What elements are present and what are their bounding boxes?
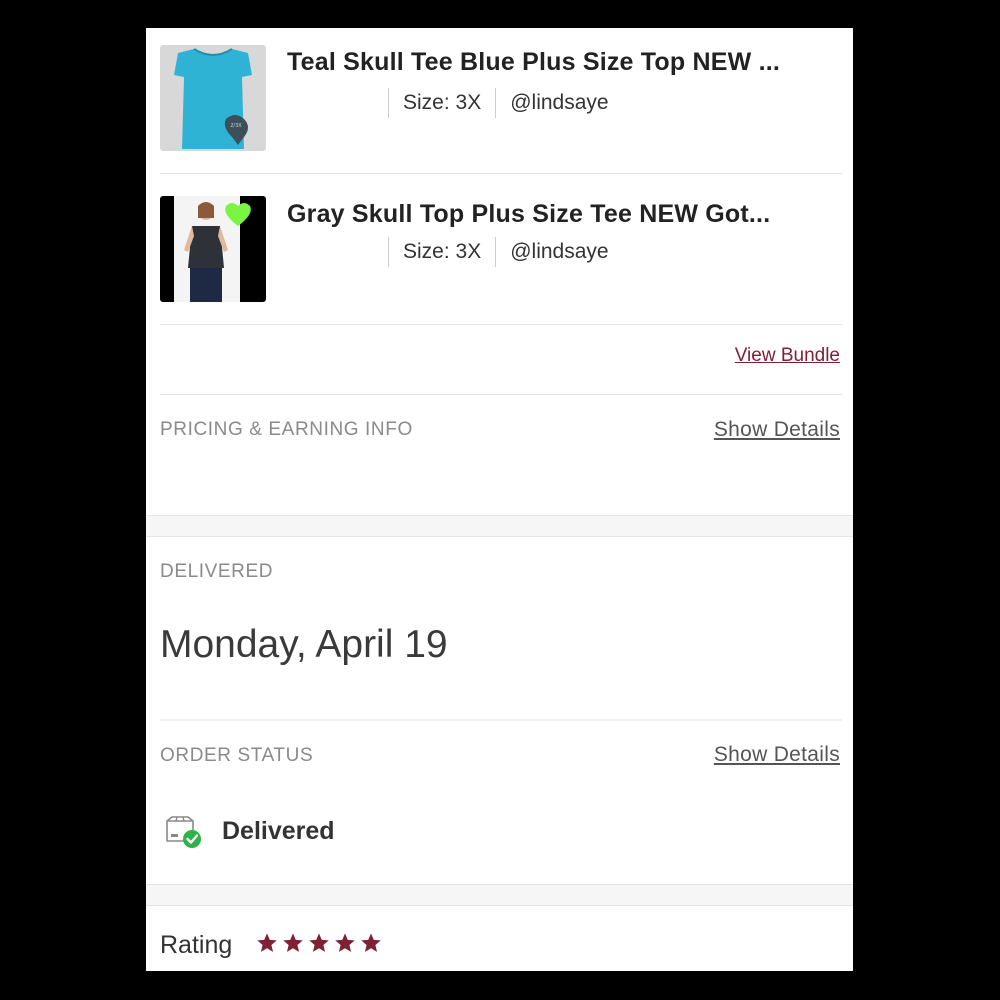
order-status-section: ORDER STATUS Show Details Delivered xyxy=(160,721,842,884)
pricing-label: PRICING & EARNING INFO xyxy=(160,419,413,440)
item-seller[interactable]: @lindsaye xyxy=(496,91,622,115)
view-bundle-link[interactable]: View Bundle xyxy=(735,345,840,367)
gray-top-model-photo-icon xyxy=(160,196,266,302)
rating-section: Rating xyxy=(160,906,842,971)
order-status-label: ORDER STATUS xyxy=(160,745,314,766)
svg-text:2/3X: 2/3X xyxy=(230,123,242,129)
item-seller[interactable]: @lindsaye xyxy=(496,240,622,264)
item-thumbnail[interactable]: 2/3X xyxy=(160,45,266,151)
teal-tee-photo-icon: 2/3X xyxy=(160,45,266,151)
bundle-item[interactable]: 2/3X Teal Skull Tee Blue Plus Size Top N… xyxy=(160,28,842,174)
star-icon xyxy=(257,933,277,952)
package-delivered-icon xyxy=(166,816,201,848)
delivered-section: DELIVERED Monday, April 19 xyxy=(160,537,842,721)
section-divider xyxy=(146,884,853,906)
order-status-value: Delivered xyxy=(222,817,335,845)
rating-stars xyxy=(256,932,382,954)
star-icon xyxy=(309,933,329,952)
view-bundle-row: View Bundle xyxy=(160,325,842,395)
star-icon xyxy=(335,933,355,952)
star-icon xyxy=(361,933,381,952)
item-meta: Size: 3X @lindsaye xyxy=(388,235,623,269)
pricing-show-details-link[interactable]: Show Details xyxy=(714,418,840,442)
bundle-item[interactable]: Gray Skull Top Plus Size Tee NEW Got... … xyxy=(160,174,842,325)
pricing-section: PRICING & EARNING INFO Show Details xyxy=(160,395,842,515)
delivery-date: Monday, April 19 xyxy=(160,623,448,666)
item-title[interactable]: Teal Skull Tee Blue Plus Size Top NEW ..… xyxy=(287,48,780,77)
item-size: Size: 3X xyxy=(403,91,482,114)
item-title[interactable]: Gray Skull Top Plus Size Tee NEW Got... xyxy=(287,200,770,229)
order-status-show-details-link[interactable]: Show Details xyxy=(714,743,840,767)
item-meta: Size: 3X @lindsaye xyxy=(388,86,623,120)
section-divider xyxy=(146,515,853,537)
order-details-screen: 2/3X Teal Skull Tee Blue Plus Size Top N… xyxy=(146,28,853,971)
delivered-label: DELIVERED xyxy=(160,561,274,582)
item-thumbnail[interactable] xyxy=(160,196,266,302)
star-icon xyxy=(283,933,303,952)
item-size: Size: 3X xyxy=(403,240,482,263)
rating-label: Rating xyxy=(160,931,233,959)
